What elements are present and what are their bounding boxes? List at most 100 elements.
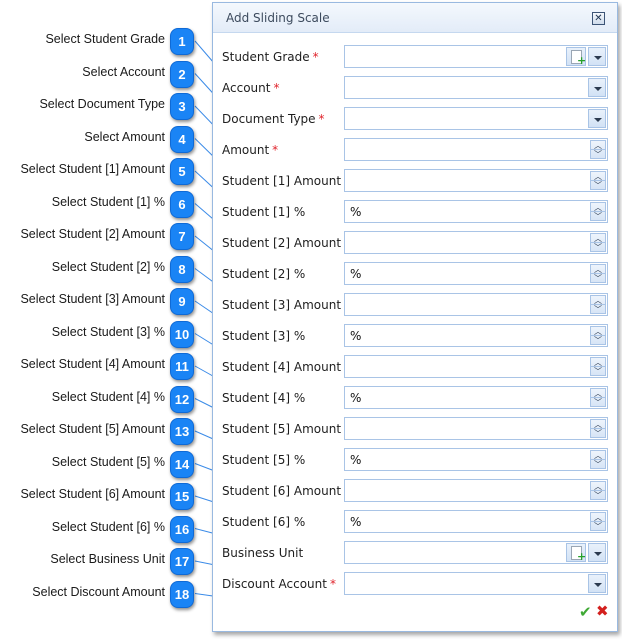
field-label: Student [4] % [222, 391, 306, 405]
student-2-input[interactable]: % ︿ ﹀ [344, 262, 608, 285]
callout-number-badge: 9 [170, 288, 194, 315]
spin-up-icon[interactable]: ︿ [591, 172, 605, 181]
spin-up-icon[interactable]: ︿ [591, 265, 605, 274]
cancel-x-icon[interactable]: ✖ [596, 602, 609, 620]
spin-down-icon[interactable]: ﹀ [591, 274, 605, 283]
add-new-button[interactable]: + [566, 47, 586, 66]
student-3-input[interactable]: % ︿ ﹀ [344, 324, 608, 347]
spinner-buttons[interactable]: ︿ ﹀ [590, 512, 606, 531]
callout-number-badge: 11 [170, 353, 194, 380]
spinner-buttons[interactable]: ︿ ﹀ [590, 233, 606, 252]
spin-down-icon[interactable]: ﹀ [591, 305, 605, 314]
callout-3: Select Document Type 3 [0, 93, 200, 121]
check-icon[interactable]: ✔ [579, 603, 592, 621]
spin-down-icon[interactable]: ﹀ [591, 181, 605, 190]
callout-5: Select Student [1] Amount 5 [0, 158, 200, 186]
callout-10: Select Student [3] % 10 [0, 320, 200, 349]
form-row-student-3-amount: Student [3] Amount ︿ ﹀ [213, 293, 617, 319]
spin-up-icon[interactable]: ︿ [591, 327, 605, 336]
document-type-input[interactable] [344, 107, 608, 130]
callout-7: Select Student [2] Amount 7 [0, 223, 200, 251]
spinner-buttons[interactable]: ︿ ﹀ [590, 264, 606, 283]
spinner-buttons[interactable]: ︿ ﹀ [590, 450, 606, 469]
spinner-buttons[interactable]: ︿ ﹀ [590, 481, 606, 500]
spinner-buttons[interactable]: ︿ ﹀ [590, 357, 606, 376]
amount-input[interactable]: ︿ ﹀ [344, 138, 608, 161]
add-new-button[interactable]: + [566, 543, 586, 562]
field-value: % [350, 453, 362, 467]
student-4-amount-input[interactable]: ︿ ﹀ [344, 355, 608, 378]
student-4-input[interactable]: % ︿ ﹀ [344, 386, 608, 409]
spin-up-icon[interactable]: ︿ [591, 234, 605, 243]
spin-up-icon[interactable]: ︿ [591, 296, 605, 305]
spinner-buttons[interactable]: ︿ ﹀ [590, 419, 606, 438]
close-icon[interactable]: ✕ [592, 12, 605, 25]
spinner-buttons[interactable]: ︿ ﹀ [590, 295, 606, 314]
student-5-input[interactable]: % ︿ ﹀ [344, 448, 608, 471]
student-1-amount-input[interactable]: ︿ ﹀ [344, 169, 608, 192]
field-label: Student [1] % [222, 205, 306, 219]
callout-text: Select Business Unit [50, 552, 165, 566]
field-label: Student [3] Amount [222, 298, 342, 312]
spinner-buttons[interactable]: ︿ ﹀ [590, 326, 606, 345]
discount-account-input[interactable] [344, 572, 608, 595]
spinner-buttons[interactable]: ︿ ﹀ [590, 202, 606, 221]
spin-down-icon[interactable]: ﹀ [591, 398, 605, 407]
spin-down-icon[interactable]: ﹀ [591, 212, 605, 221]
form-row-student-4-amount: Student [4] Amount ︿ ﹀ [213, 355, 617, 381]
student-3-amount-input[interactable]: ︿ ﹀ [344, 293, 608, 316]
spin-up-icon[interactable]: ︿ [591, 513, 605, 522]
field-label: Business Unit [222, 546, 304, 560]
form-row-document-type: Document Type * [213, 107, 617, 133]
spin-down-icon[interactable]: ﹀ [591, 460, 605, 469]
spin-down-icon[interactable]: ﹀ [591, 367, 605, 376]
spin-up-icon[interactable]: ︿ [591, 358, 605, 367]
spin-up-icon[interactable]: ︿ [591, 203, 605, 212]
callout-number-badge: 12 [170, 385, 194, 413]
business-unit-input[interactable]: + [344, 541, 608, 564]
form-row-student-1: Student [1] % % ︿ ﹀ [213, 200, 617, 226]
spinner-buttons[interactable]: ︿ ﹀ [590, 171, 606, 190]
chevron-down-icon[interactable] [588, 543, 606, 562]
callout-number-badge: 6 [170, 190, 194, 218]
spin-up-icon[interactable]: ︿ [591, 451, 605, 460]
student-5-amount-input[interactable]: ︿ ﹀ [344, 417, 608, 440]
student-1-input[interactable]: % ︿ ﹀ [344, 200, 608, 223]
form-row-business-unit: Business Unit + [213, 541, 617, 567]
chevron-down-icon[interactable] [588, 109, 606, 128]
spin-down-icon[interactable]: ﹀ [591, 336, 605, 345]
field-label: Student [6] Amount [222, 484, 342, 498]
student-grade-input[interactable]: + [344, 45, 608, 68]
student-2-amount-input[interactable]: ︿ ﹀ [344, 231, 608, 254]
add-sliding-scale-dialog: Add Sliding Scale ✕ Student Grade * + Accou… [212, 2, 618, 632]
spin-down-icon[interactable]: ﹀ [591, 429, 605, 438]
dialog-titlebar[interactable]: Add Sliding Scale ✕ [213, 3, 617, 33]
spin-down-icon[interactable]: ﹀ [591, 491, 605, 500]
spin-up-icon[interactable]: ︿ [591, 389, 605, 398]
field-label: Discount Account * [222, 577, 336, 591]
spin-up-icon[interactable]: ︿ [591, 420, 605, 429]
spinner-buttons[interactable]: ︿ ﹀ [590, 140, 606, 159]
spinner-buttons[interactable]: ︿ ﹀ [590, 388, 606, 407]
callout-text: Select Student [3] Amount [20, 292, 165, 306]
field-value: % [350, 267, 362, 281]
callout-13: Select Student [5] Amount 13 [0, 418, 200, 446]
spin-up-icon[interactable]: ︿ [591, 141, 605, 150]
spin-down-icon[interactable]: ﹀ [591, 522, 605, 531]
field-value: % [350, 515, 362, 529]
student-6-amount-input[interactable]: ︿ ﹀ [344, 479, 608, 502]
spin-down-icon[interactable]: ﹀ [591, 150, 605, 159]
chevron-down-icon[interactable] [588, 574, 606, 593]
field-label: Student [2] % [222, 267, 306, 281]
callout-text: Select Student [6] % [51, 519, 165, 534]
student-6-input[interactable]: % ︿ ﹀ [344, 510, 608, 533]
field-label: Student [6] % [222, 515, 306, 529]
spin-down-icon[interactable]: ﹀ [591, 243, 605, 252]
chevron-down-icon[interactable] [588, 47, 606, 66]
callout-12: Select Student [4] % 12 [0, 385, 200, 414]
spin-up-icon[interactable]: ︿ [591, 482, 605, 491]
callout-number-badge: 17 [170, 548, 194, 575]
required-marker: * [312, 50, 319, 64]
account-input[interactable] [344, 76, 608, 99]
chevron-down-icon[interactable] [588, 78, 606, 97]
